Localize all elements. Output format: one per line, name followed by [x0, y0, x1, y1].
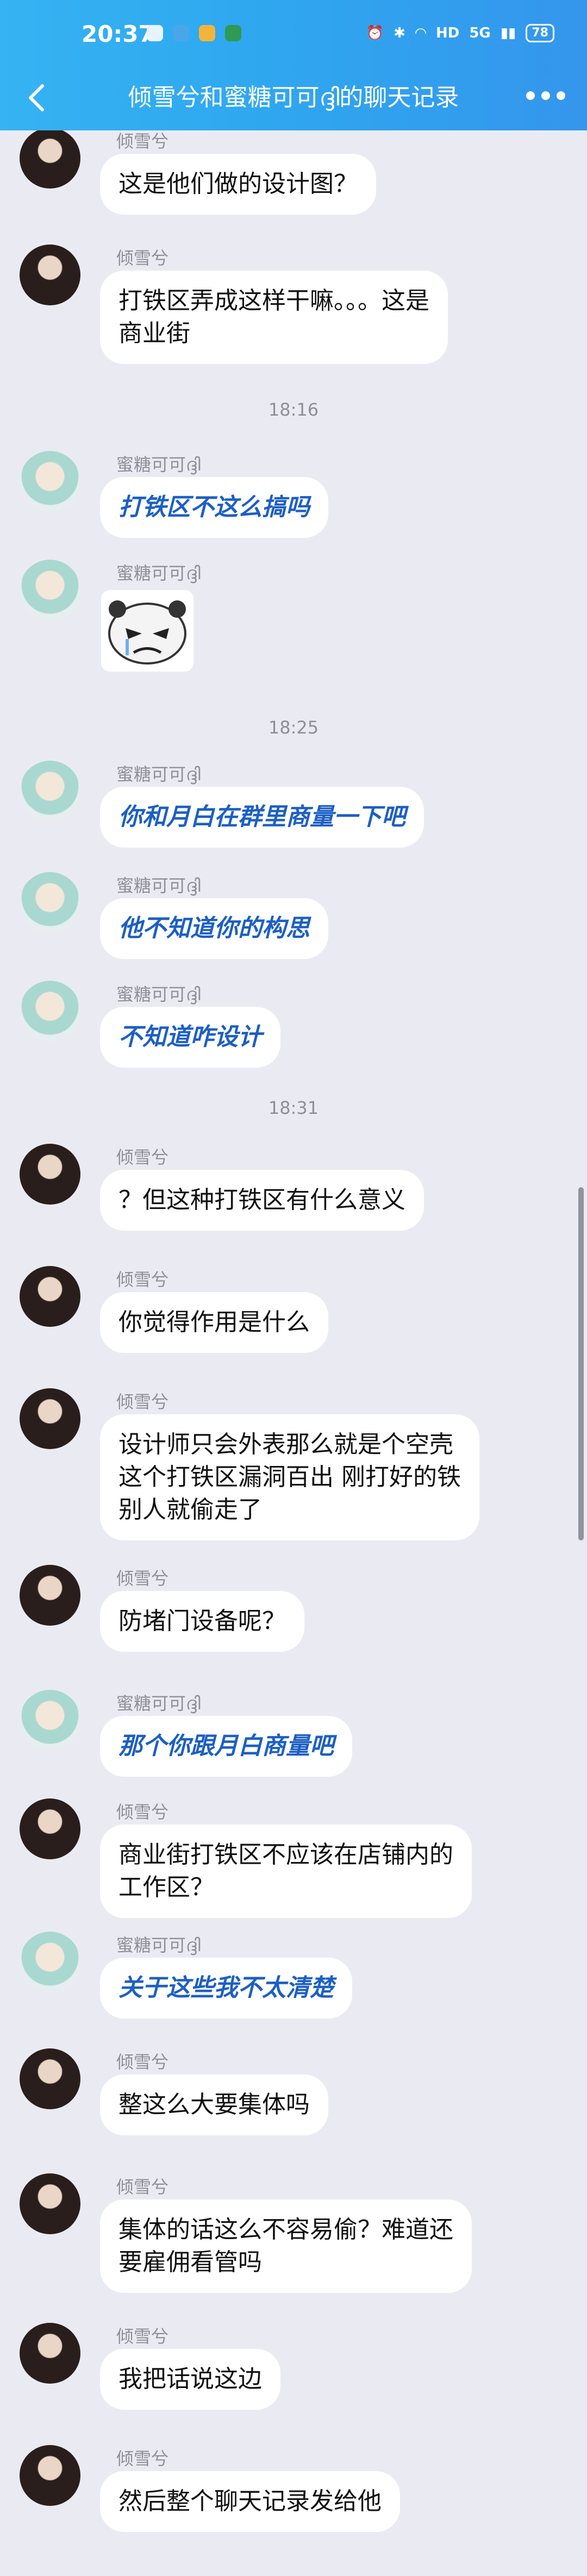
avatar[interactable]	[20, 1266, 80, 1327]
avatar[interactable]	[20, 981, 80, 1042]
hd-badge: HD	[435, 25, 460, 41]
message-bubble[interactable]: 打铁区不这么搞吗	[100, 477, 328, 538]
notification-icons	[147, 25, 241, 41]
sender-name: 蜜糖可可ദ്ദി	[116, 454, 201, 475]
sender-name: 倾雪兮	[116, 2177, 169, 2197]
avatar[interactable]	[20, 1690, 80, 1751]
message-bubble[interactable]: 打铁区弄成这样干嘛。。。这是 商业街	[100, 271, 448, 364]
status-right: ⏰ ✱ ◠ HD 5G ▮▮ 78	[366, 24, 554, 42]
avatar[interactable]	[20, 761, 80, 822]
sender-name: 倾雪兮	[116, 2326, 169, 2347]
sender-name: 蜜糖可可ദ്ദി	[116, 1693, 201, 1714]
message-bubble[interactable]: 关于这些我不太清楚	[100, 1958, 352, 2019]
message-bubble[interactable]: 集体的话这么不容易偷？难道还 要雇佣看管吗	[100, 2199, 472, 2293]
status-bar: 20:37 ⏰ ✱ ◠ HD 5G ▮▮ 78	[0, 0, 587, 65]
app-header: 20:37 ⏰ ✱ ◠ HD 5G ▮▮ 78 倾雪兮和蜜糖可可ദ്ദി的聊天记…	[0, 0, 587, 130]
scrollbar[interactable]	[578, 1187, 584, 1540]
avatar[interactable]	[20, 560, 80, 621]
message-bubble[interactable]: 然后整个聊天记录发给他	[100, 2471, 400, 2532]
status-time: 20:37	[82, 21, 154, 47]
message-bubble[interactable]: 整这么大要集体吗	[100, 2074, 328, 2135]
sender-name: 蜜糖可可ദ്ദി	[116, 1935, 201, 1955]
sender-name: 蜜糖可可ദ്ദി	[116, 764, 201, 785]
message-bubble[interactable]: ？但这种打铁区有什么意义	[100, 1170, 424, 1231]
app-icon-3	[225, 25, 241, 41]
avatar[interactable]	[20, 872, 80, 933]
avatar[interactable]	[20, 2445, 80, 2506]
wifi-icon: ◠	[415, 25, 426, 41]
bluetooth-icon: ✱	[394, 25, 405, 41]
sender-name: 倾雪兮	[116, 248, 169, 268]
sender-name: 倾雪兮	[116, 1568, 169, 1589]
back-icon[interactable]	[26, 83, 48, 113]
wechat-icon	[147, 25, 163, 41]
avatar[interactable]	[20, 2048, 80, 2109]
message-bubble[interactable]: 这是他们做的设计图？	[100, 154, 376, 215]
message-bubble[interactable]: 防堵门设备呢？	[100, 1591, 304, 1652]
timestamp: 18:16	[268, 399, 319, 420]
message-bubble[interactable]: 那个你跟月白商量吧	[100, 1716, 352, 1777]
sender-name: 倾雪兮	[116, 1147, 169, 1168]
nav-bar: 倾雪兮和蜜糖可可ദ്ദി的聊天记录	[0, 65, 587, 130]
sender-name: 倾雪兮	[116, 131, 169, 152]
battery-indicator: 78	[526, 24, 554, 42]
timestamp: 18:31	[268, 1098, 319, 1118]
sender-name: 蜜糖可可ദ്ദി	[116, 563, 201, 584]
sender-name: 倾雪兮	[116, 1392, 169, 1412]
signal-icon: ▮▮	[500, 25, 516, 41]
avatar[interactable]	[20, 1388, 80, 1449]
signal-label: 5G	[469, 25, 491, 41]
sender-name: 倾雪兮	[116, 2448, 169, 2469]
alarm-icon: ⏰	[366, 25, 384, 41]
message-bubble[interactable]: 他不知道你的构思	[100, 898, 328, 959]
avatar[interactable]	[20, 1798, 80, 1859]
avatar[interactable]	[20, 245, 80, 305]
message-bubble[interactable]: 商业街打铁区不应该在店铺内的 工作区？	[100, 1825, 472, 1918]
message-bubble[interactable]: 我把话说这边	[100, 2349, 280, 2410]
message-bubble[interactable]: 你觉得作用是什么	[100, 1292, 328, 1353]
sender-name: 蜜糖可可ദ്ദി	[116, 875, 201, 896]
avatar[interactable]	[20, 2173, 80, 2234]
avatar[interactable]	[20, 451, 80, 512]
avatar[interactable]	[20, 1932, 80, 1992]
message-bubble[interactable]: 不知道咋设计	[100, 1007, 280, 1068]
sender-name: 蜜糖可可ദ്ദി	[116, 984, 201, 1005]
app-icon	[173, 25, 189, 41]
avatar[interactable]	[20, 1565, 80, 1626]
message-bubble[interactable]: 你和月白在群里商量一下吧	[100, 787, 424, 848]
avatar[interactable]	[20, 2323, 80, 2384]
angry-panda-sticker[interactable]	[101, 590, 193, 672]
page-title: 倾雪兮和蜜糖可可ദ്ദി的聊天记录	[128, 84, 459, 111]
more-icon[interactable]	[526, 91, 565, 100]
sender-name: 倾雪兮	[116, 2052, 169, 2072]
sender-name: 倾雪兮	[116, 1802, 169, 1822]
avatar[interactable]	[20, 128, 80, 189]
timestamp: 18:25	[268, 717, 319, 738]
app-icon-2	[199, 25, 215, 41]
sender-name: 倾雪兮	[116, 1269, 169, 1290]
avatar[interactable]	[20, 1144, 80, 1205]
message-bubble[interactable]: 设计师只会外表那么就是个空壳 这个打铁区漏洞百出 刚打好的铁 别人就偷走了	[100, 1414, 479, 1540]
